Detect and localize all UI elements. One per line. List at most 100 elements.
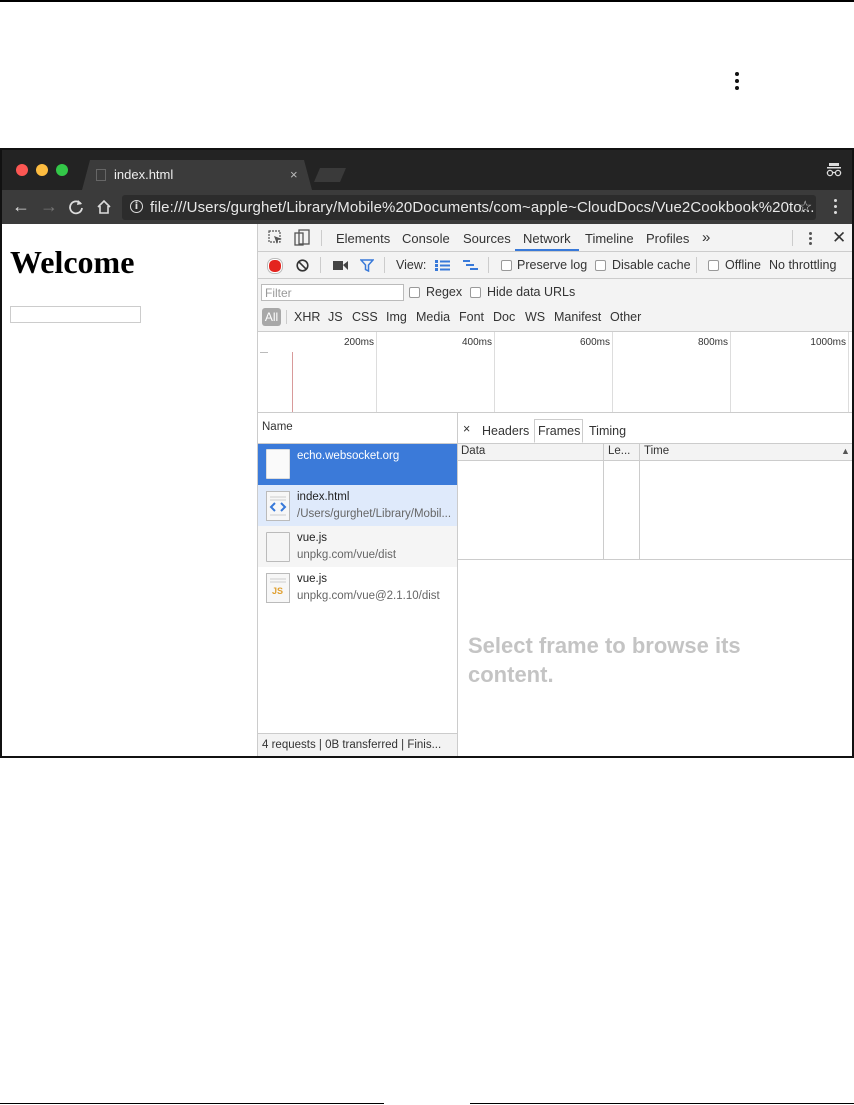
network-overview: 200ms 400ms 600ms 800ms 1000ms <box>258 332 852 413</box>
info-icon[interactable]: i <box>130 200 143 213</box>
browser-toolbar: ← → i file:///Users/gurghet/Library/Mobi… <box>2 190 852 224</box>
type-media[interactable]: Media <box>416 310 450 324</box>
column-name[interactable]: Name <box>262 421 293 433</box>
close-devtools-icon[interactable]: ✕ <box>832 228 846 248</box>
address-bar[interactable]: i file:///Users/gurghet/Library/Mobile%2… <box>122 195 816 220</box>
request-path: /Users/gurghet/Library/Mobil... <box>297 508 452 520</box>
bookmark-star-icon[interactable]: ☆ <box>798 197 812 217</box>
type-doc[interactable]: Doc <box>493 310 515 324</box>
throttling-select[interactable]: No throttling <box>769 258 836 272</box>
filter-icon[interactable] <box>360 259 374 272</box>
tab-console[interactable]: Console <box>402 231 450 246</box>
overview-gridline <box>376 332 377 412</box>
request-row[interactable]: vue.js unpkg.com/vue/dist <box>258 526 457 567</box>
waterfall-overview-icon[interactable] <box>463 260 478 271</box>
tab-sources[interactable]: Sources <box>463 231 511 246</box>
large-rows-icon[interactable] <box>435 260 450 271</box>
regex-checkbox[interactable] <box>409 287 420 298</box>
preserve-log-label: Preserve log <box>517 258 588 272</box>
request-name: vue.js <box>297 573 328 585</box>
request-row[interactable]: echo.websocket.org <box>258 444 457 485</box>
maximize-window-icon[interactable] <box>56 164 68 176</box>
url-text[interactable]: file:///Users/gurghet/Library/Mobile%20D… <box>150 199 815 216</box>
hide-data-urls-checkbox[interactable] <box>470 287 481 298</box>
column-data[interactable]: Data <box>461 445 485 457</box>
request-detail: × Headers Frames Timing Data Le... Time … <box>458 413 852 756</box>
filter-input[interactable]: Filter <box>261 284 404 301</box>
footer-rule-right <box>470 1103 854 1104</box>
tab-profiles[interactable]: Profiles <box>646 231 689 246</box>
browser-tab[interactable]: index.html × <box>82 160 312 190</box>
browser-content: Welcome Elements Console Sources Network <box>2 224 852 756</box>
tab-network[interactable]: Network <box>523 231 571 246</box>
overview-gridline <box>494 332 495 412</box>
request-list: Name echo.websocket.org index.html /User… <box>258 413 458 756</box>
tab-close-icon[interactable]: × <box>290 167 298 182</box>
sort-ascending-icon[interactable]: ▲ <box>841 446 850 456</box>
frames-grid-header: Data Le... Time ▲ <box>458 444 852 461</box>
type-ws[interactable]: WS <box>525 310 545 324</box>
tab-title: index.html <box>114 167 174 182</box>
overview-gridline <box>848 332 849 412</box>
back-icon[interactable]: ← <box>12 196 30 216</box>
list-header: Name <box>258 413 457 444</box>
request-bar <box>260 352 268 353</box>
device-mode-icon[interactable] <box>294 229 310 246</box>
page-favicon-icon <box>96 169 106 181</box>
page-more-icon <box>731 72 743 96</box>
record-icon[interactable] <box>268 259 282 273</box>
minimize-window-icon[interactable] <box>36 164 48 176</box>
grid-divider <box>458 559 852 560</box>
tab-frames-label: Frames <box>538 424 581 438</box>
tab-timing[interactable]: Timing <box>589 424 626 438</box>
separator <box>696 257 697 273</box>
filter-placeholder: Filter <box>265 286 292 300</box>
request-row[interactable]: index.html /Users/gurghet/Library/Mobil.… <box>258 485 457 526</box>
capture-screenshots-icon[interactable] <box>333 260 348 271</box>
separator <box>792 230 793 246</box>
new-tab-button[interactable] <box>314 168 346 182</box>
column-length[interactable]: Le... <box>608 445 630 457</box>
type-other[interactable]: Other <box>610 310 641 324</box>
document-icon <box>266 532 290 562</box>
view-label: View: <box>396 258 427 272</box>
page-text-input[interactable] <box>10 306 141 323</box>
request-path: unpkg.com/vue/dist <box>297 549 397 561</box>
type-xhr[interactable]: XHR <box>294 310 320 324</box>
request-row[interactable]: JS vue.js unpkg.com/vue@2.1.10/dist <box>258 567 457 608</box>
forward-icon[interactable]: → <box>40 196 58 216</box>
frame-placeholder: Select frame to browse its content. <box>468 633 741 687</box>
type-manifest[interactable]: Manifest <box>554 310 601 324</box>
devtools-menu-icon[interactable] <box>809 232 812 245</box>
browser-menu-icon[interactable] <box>834 199 838 217</box>
tab-frames[interactable]: Frames <box>534 419 583 443</box>
type-js[interactable]: JS <box>328 310 343 324</box>
tab-headers[interactable]: Headers <box>482 424 529 438</box>
overview-tick: 200ms <box>343 337 374 348</box>
more-tabs-icon[interactable]: » <box>702 229 710 246</box>
inspect-element-icon[interactable] <box>268 230 283 245</box>
home-icon[interactable] <box>96 199 112 215</box>
tab-elements[interactable]: Elements <box>336 231 390 246</box>
reload-icon[interactable] <box>68 199 84 215</box>
request-name: echo.websocket.org <box>297 450 400 462</box>
column-time[interactable]: Time <box>644 445 669 457</box>
offline-checkbox[interactable] <box>708 260 719 271</box>
type-css[interactable]: CSS <box>352 310 378 324</box>
svg-text:JS: JS <box>272 586 283 596</box>
tab-timeline[interactable]: Timeline <box>585 231 634 246</box>
preserve-log-checkbox[interactable] <box>501 260 512 271</box>
type-font[interactable]: Font <box>459 310 484 324</box>
overview-tick: 800ms <box>697 337 728 348</box>
detail-tabbar: × Headers Frames Timing <box>458 413 852 444</box>
type-all[interactable]: All <box>262 308 281 326</box>
close-window-icon[interactable] <box>16 164 28 176</box>
separator <box>286 310 287 324</box>
type-img[interactable]: Img <box>386 310 407 324</box>
network-toolbar: View: Preserve log Disable cache Offline… <box>258 252 852 279</box>
clear-icon[interactable] <box>296 259 309 272</box>
html-file-icon <box>266 491 290 521</box>
close-detail-icon[interactable]: × <box>463 422 470 436</box>
disable-cache-checkbox[interactable] <box>595 260 606 271</box>
request-name: index.html <box>297 491 350 503</box>
